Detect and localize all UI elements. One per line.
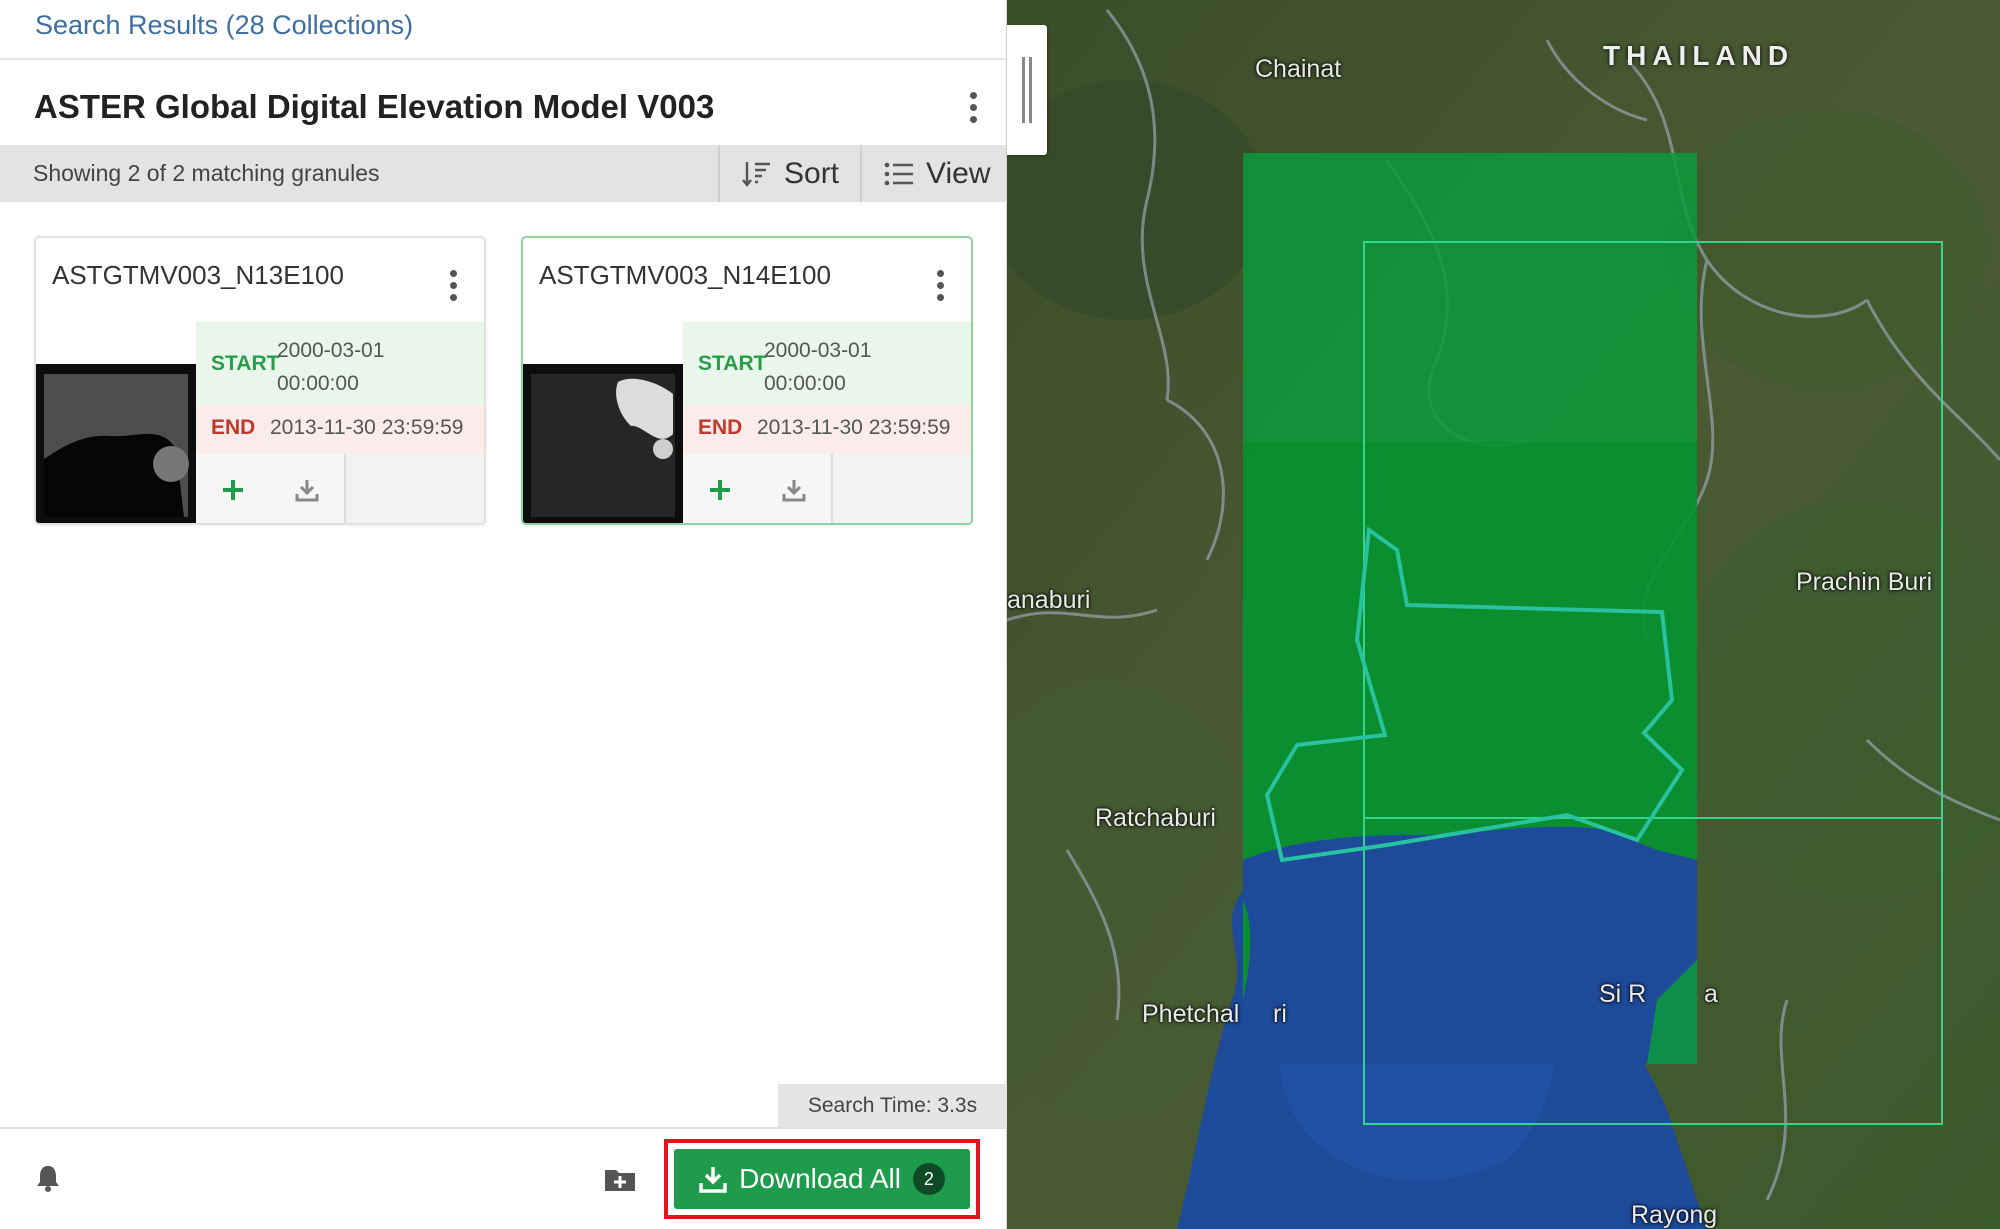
map-label-place: Ratchaburi <box>1095 804 1216 832</box>
search-time: Search Time: 3.3s <box>778 1084 1007 1127</box>
map-canvas <box>1007 0 2000 1229</box>
download-all-highlight: Download All 2 <box>664 1139 980 1219</box>
add-to-project-button[interactable] <box>683 454 759 523</box>
results-header: Search Results (28 Collections) <box>0 0 1006 60</box>
download-granule-button[interactable] <box>757 454 833 523</box>
collection-title: ASTER Global Digital Elevation Model V00… <box>34 88 715 125</box>
download-count-badge: 2 <box>912 1163 945 1195</box>
granule-id: ASTGTMV003_N13E100 <box>52 260 344 290</box>
end-label: END <box>698 416 743 439</box>
sort-label: Sort <box>784 156 840 190</box>
end-value: 2013-11-30 23:59:59 <box>757 416 951 439</box>
download-granule-button[interactable] <box>270 454 346 523</box>
end-label: END <box>211 416 256 439</box>
map-label-place: Si R <box>1599 980 1647 1008</box>
kebab-icon <box>450 270 457 277</box>
granule-card[interactable]: ASTGTMV003_N14E100 START 2000-03-01 00:0… <box>521 236 973 525</box>
search-results-panel: Search Results (28 Collections) ASTER Gl… <box>0 0 1007 1229</box>
download-all-label: Download All <box>739 1163 901 1194</box>
download-icon <box>782 479 806 501</box>
start-label: START <box>698 352 767 375</box>
notifications-button[interactable] <box>34 1163 62 1198</box>
download-icon <box>699 1167 727 1193</box>
map-label-place: Phetchal <box>1142 1000 1240 1028</box>
panel-resize-handle[interactable] <box>1007 25 1047 155</box>
start-date: 2000-03-01 <box>277 339 385 362</box>
collection-menu-button[interactable] <box>970 92 977 123</box>
view-label: View <box>926 156 991 190</box>
sort-button[interactable]: Sort <box>718 145 860 202</box>
map-view[interactable]: THAILAND Chainat anaburi Prachin Buri Ra… <box>1007 0 2000 1229</box>
granule-thumbnail <box>36 364 196 523</box>
start-date: 2000-03-01 <box>764 339 872 362</box>
temporal-start: START 2000-03-01 00:00:00 <box>683 322 971 404</box>
granule-menu-button[interactable] <box>937 270 944 301</box>
map-label-place: ri <box>1273 1000 1287 1028</box>
bell-icon <box>37 1166 59 1192</box>
granule-actions <box>196 454 484 523</box>
end-value: 2013-11-30 23:59:59 <box>270 416 464 439</box>
kebab-icon <box>970 92 977 99</box>
granule-toolbar: Showing 2 of 2 matching granules Sort Vi… <box>0 145 1006 202</box>
add-to-project-folder-button[interactable] <box>604 1166 636 1197</box>
granule-thumbnail <box>523 364 683 523</box>
search-results-link[interactable]: Search Results (28 Collections) <box>35 10 413 41</box>
view-button[interactable]: View <box>860 145 1006 202</box>
map-label-place: Chainat <box>1255 55 1342 83</box>
download-icon <box>295 479 319 501</box>
map-label-place: a <box>1704 980 1718 1008</box>
temporal-start: START 2000-03-01 00:00:00 <box>196 322 484 404</box>
start-time: 00:00:00 <box>277 372 359 395</box>
granule-id: ASTGTMV003_N14E100 <box>539 260 831 290</box>
plus-icon <box>710 479 730 500</box>
plus-icon <box>223 479 243 500</box>
start-value: 2000-03-01 00:00:00 <box>764 334 904 400</box>
map-label-place: anaburi <box>1007 586 1091 614</box>
sort-icon <box>742 161 770 187</box>
granule-actions <box>683 454 971 523</box>
granule-menu-button[interactable] <box>450 270 457 301</box>
map-label-place: Prachin Buri <box>1796 568 1933 596</box>
temporal-end: END 2013-11-30 23:59:59 <box>683 404 971 454</box>
list-view-icon <box>884 162 913 185</box>
map-label-place: Rayong <box>1631 1201 1718 1229</box>
granule-card[interactable]: ASTGTMV003_N13E100 START 2000-03-01 00:0… <box>34 236 486 525</box>
add-to-project-button[interactable] <box>196 454 272 523</box>
folder-plus-icon <box>605 1170 635 1191</box>
map-label-country: THAILAND <box>1603 40 1795 71</box>
start-value: 2000-03-01 00:00:00 <box>277 334 417 400</box>
granule-count-text: Showing 2 of 2 matching granules <box>33 160 380 186</box>
temporal-end: END 2013-11-30 23:59:59 <box>196 404 484 454</box>
start-time: 00:00:00 <box>764 372 846 395</box>
download-all-button[interactable]: Download All 2 <box>674 1149 970 1209</box>
kebab-icon <box>937 270 944 277</box>
start-label: START <box>211 352 280 375</box>
